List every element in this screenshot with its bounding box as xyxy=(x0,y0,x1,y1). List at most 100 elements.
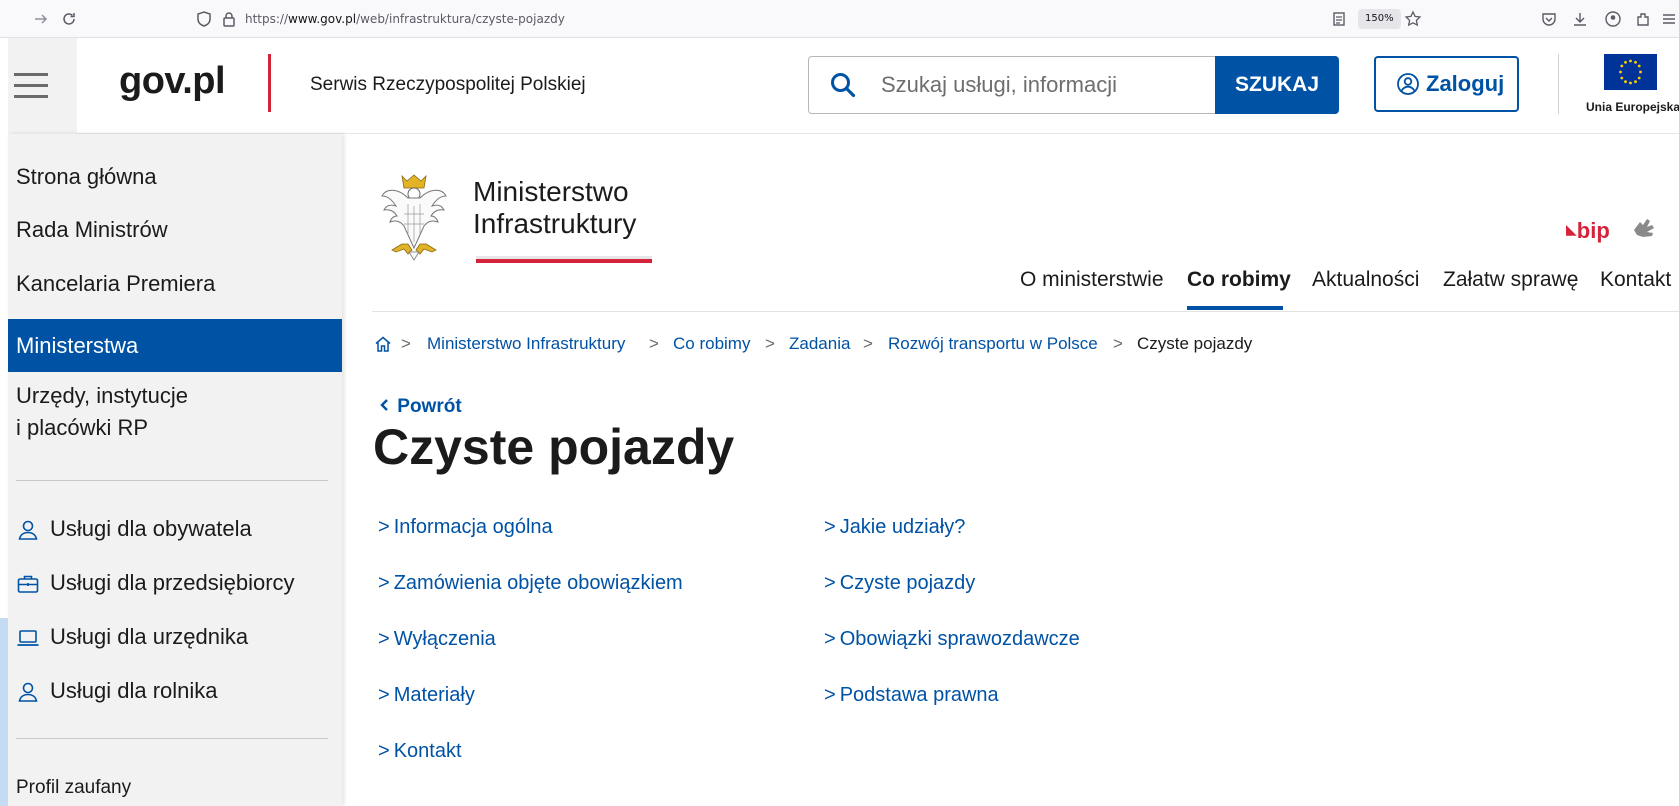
reload-icon[interactable] xyxy=(60,10,78,28)
ministry-name-line1: Ministerstwo xyxy=(473,176,629,207)
topic-link-contact[interactable]: > Kontakt xyxy=(378,740,462,763)
back-link[interactable]: Powrót xyxy=(378,396,462,418)
sidebar-service-farmer[interactable]: Usługi dla rolnika xyxy=(8,674,342,710)
breadcrumb-separator: > xyxy=(1113,334,1123,353)
gov-pl-logo[interactable]: gov.pl xyxy=(119,60,226,103)
sidebar-item-trusted-profile[interactable]: Profil zaufany xyxy=(8,774,342,804)
address-bar[interactable]: https://www.gov.pl/web/infrastruktura/cz… xyxy=(245,12,565,26)
breadcrumb-current: Czyste pojazdy xyxy=(1137,334,1253,353)
search-button[interactable]: SZUKAJ xyxy=(1215,56,1339,114)
sign-language-icon[interactable] xyxy=(1630,216,1662,242)
briefcase-icon xyxy=(16,572,40,596)
user-circle-icon xyxy=(1396,72,1420,96)
topic-link-label: Wyłączenia xyxy=(393,628,496,650)
nav-services[interactable]: Załatw sprawę xyxy=(1443,268,1578,292)
laptop-icon xyxy=(16,626,40,650)
sidebar-item-label-line2: i placówki RP xyxy=(16,415,149,440)
sidebar-item-label: Strona główna xyxy=(16,164,157,189)
pocket-icon[interactable] xyxy=(1540,10,1558,28)
topic-link-reporting[interactable]: > Obowiązki sprawozdawcze xyxy=(824,628,1080,651)
topic-link-shares[interactable]: > Jakie udziały? xyxy=(824,516,965,539)
chevron-right-icon: > xyxy=(378,684,390,706)
sidebar-item-ministries[interactable]: Ministerstwa xyxy=(8,319,342,372)
hamburger-line-icon xyxy=(14,73,48,76)
search-box xyxy=(808,56,1215,114)
sidebar-service-citizen[interactable]: Usługi dla obywatela xyxy=(8,512,342,548)
bip-link[interactable]: ◣bip xyxy=(1566,218,1610,244)
breadcrumb-link[interactable]: Ministerstwo Infrastruktury xyxy=(427,334,625,354)
chevron-right-icon: > xyxy=(824,572,836,594)
breadcrumb-separator: > xyxy=(765,334,775,353)
breadcrumb-link[interactable]: Rozwój transportu w Polsce xyxy=(888,334,1098,354)
login-button[interactable]: Zaloguj xyxy=(1374,56,1519,112)
lock-icon[interactable] xyxy=(220,10,238,28)
nav-about[interactable]: O ministerstwie xyxy=(1020,268,1164,292)
topic-link-clean-vehicles[interactable]: > Czyste pojazdy xyxy=(824,572,975,595)
sidebar-service-official[interactable]: Usługi dla urzędnika xyxy=(8,620,342,656)
topic-link-general-info[interactable]: > Informacja ogólna xyxy=(378,516,553,539)
login-label: Zaloguj xyxy=(1426,71,1505,96)
sidebar-item-label: Kancelaria Premiera xyxy=(16,271,216,296)
nav-news[interactable]: Aktualności xyxy=(1312,268,1419,292)
reader-view-icon[interactable] xyxy=(1330,10,1348,28)
bookmark-star-icon[interactable] xyxy=(1404,10,1422,28)
ministry-name-line2: Infrastruktury xyxy=(473,208,637,239)
search-input[interactable] xyxy=(881,57,1201,113)
topic-link-legal-basis[interactable]: > Podstawa prawna xyxy=(824,684,999,707)
nav-active-indicator xyxy=(1187,306,1283,310)
topic-link-label: Zamówienia objęte obowiązkiem xyxy=(393,572,683,594)
site-name: Serwis Rzeczypospolitej Polskiej xyxy=(310,74,586,95)
topic-link-label: Obowiązki sprawozdawcze xyxy=(839,628,1080,650)
sidebar-service-label: Usługi dla obywatela xyxy=(50,516,252,541)
url-path: /web/infrastruktura/czyste-pojazdy xyxy=(356,12,565,26)
ministry-name[interactable]: Ministerstwo Infrastruktury xyxy=(473,176,636,240)
sidebar-item-label: Ministerstwa xyxy=(16,333,139,358)
site-header: gov.pl Serwis Rzeczypospolitej Polskiej … xyxy=(8,38,1679,134)
sidebar-item-chancellery[interactable]: Kancelaria Premiera xyxy=(8,266,342,306)
sidebar-item-label-line1: Urzędy, instytucje xyxy=(16,383,188,408)
breadcrumb-link[interactable]: Zadania xyxy=(789,334,850,354)
person-icon xyxy=(16,680,40,704)
breadcrumb-link[interactable]: Co robimy xyxy=(673,334,750,354)
chevron-right-icon: > xyxy=(378,740,390,762)
forward-arrow-icon[interactable] xyxy=(32,10,50,28)
eu-label: Unia Europejska xyxy=(1586,100,1679,114)
zoom-level[interactable]: 150% xyxy=(1358,9,1401,29)
chevron-right-icon: > xyxy=(824,516,836,538)
topic-link-label: Podstawa prawna xyxy=(839,684,999,706)
shield-icon[interactable] xyxy=(195,10,213,28)
topic-link-label: Czyste pojazdy xyxy=(839,572,976,594)
menu-icon[interactable] xyxy=(1660,10,1678,28)
sidebar-item-council[interactable]: Rada Ministrów xyxy=(8,212,342,252)
account-icon[interactable] xyxy=(1604,10,1622,28)
sidebar-divider xyxy=(16,480,328,481)
url-prefix: https:// xyxy=(245,12,289,26)
eu-flag-icon[interactable] xyxy=(1604,54,1657,90)
topic-link-exclusions[interactable]: > Wyłączenia xyxy=(378,628,496,651)
sidebar: Strona główna Rada Ministrów Kancelaria … xyxy=(8,134,342,806)
sidebar-divider xyxy=(16,738,328,739)
topic-link-label: Kontakt xyxy=(393,740,462,762)
url-host: www.gov.pl xyxy=(288,12,357,26)
nav-what-we-do[interactable]: Co robimy xyxy=(1187,268,1291,292)
extensions-icon[interactable] xyxy=(1634,10,1652,28)
sidebar-service-label: Usługi dla rolnika xyxy=(50,678,218,703)
hamburger-line-icon xyxy=(14,95,48,98)
home-icon[interactable] xyxy=(373,334,393,354)
nav-contact[interactable]: Kontakt xyxy=(1600,268,1671,292)
sidebar-item-home[interactable]: Strona główna xyxy=(8,159,342,199)
ministry-name-underline xyxy=(476,256,652,263)
hamburger-menu-button[interactable] xyxy=(8,38,77,134)
topic-link-orders[interactable]: > Zamówienia objęte obowiązkiem xyxy=(378,572,683,595)
polish-eagle-emblem-icon[interactable] xyxy=(380,170,448,262)
breadcrumb-separator: > xyxy=(401,334,411,353)
download-icon[interactable] xyxy=(1571,10,1589,28)
logo-divider xyxy=(268,54,271,112)
sidebar-item-label: Rada Ministrów xyxy=(16,217,168,242)
sidebar-service-business[interactable]: Usługi dla przedsiębiorcy xyxy=(8,566,342,602)
topic-link-label: Informacja ogólna xyxy=(393,516,553,538)
topic-link-materials[interactable]: > Materiały xyxy=(378,684,475,707)
breadcrumb-separator: > xyxy=(649,334,659,353)
sidebar-item-institutions[interactable]: Urzędy, instytucje i placówki RP xyxy=(8,380,342,446)
chevron-right-icon: > xyxy=(378,572,390,594)
